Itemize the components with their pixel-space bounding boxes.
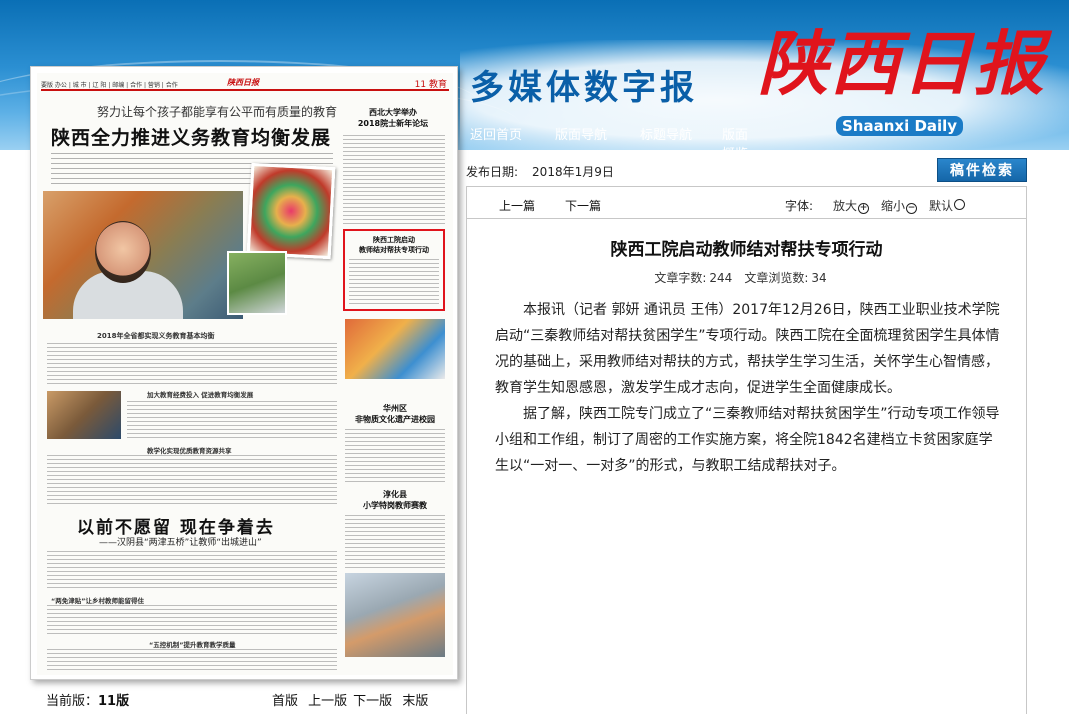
right-column-text — [345, 429, 445, 485]
page-navigation: 首版 上一版 下一版 末版 — [272, 690, 434, 709]
minus-icon: − — [906, 203, 918, 214]
current-page: 当前版：11版 — [46, 690, 129, 709]
current-page-value: 11版 — [98, 694, 130, 709]
right-column-text — [345, 515, 445, 569]
article-panel: 上一篇 下一篇 字体: 放大 + 缩小 − 默认 陕西工院启动教师结对帮扶专项行动 … — [466, 186, 1027, 714]
brand-logo-en: Shaanxi Daily — [836, 116, 964, 136]
page-topbar-left: 要版 办公 | 城 市 | 辽 阳 | 邮编 | 合作 | 营销 | 合作 — [41, 82, 178, 89]
highlighted-article-title: 陕西工院启动 教师结对帮扶专项行动 — [345, 235, 443, 255]
photo-robot — [345, 573, 445, 657]
view-count-value: 34 — [811, 271, 827, 285]
site-title: 多媒体数字报 — [470, 68, 698, 108]
highlighted-title-line-1: 陕西工院启动 — [373, 236, 415, 244]
newspaper-page-view[interactable]: 要版 办公 | 城 市 | 辽 阳 | 邮编 | 合作 | 营销 | 合作 陕西… — [30, 66, 458, 680]
view-count-label: 文章浏览数: — [744, 271, 809, 285]
body-text — [47, 605, 337, 635]
article-title: 陕西工院启动教师结对帮扶专项行动 — [610, 240, 883, 260]
page-topbar: 要版 办公 | 城 市 | 辽 阳 | 邮编 | 合作 | 营销 | 合作 陕西… — [41, 77, 449, 91]
photo-craft — [246, 162, 336, 260]
nav-page-navigation[interactable]: 版面导航 — [555, 124, 607, 143]
sub-title-b: 教学化实现优质教育资源共享 — [147, 447, 232, 455]
font-bigger-label: 放大 — [833, 199, 858, 213]
font-default-button[interactable]: 默认 — [929, 197, 966, 214]
article-toolbar: 上一篇 下一篇 字体: 放大 + 缩小 − 默认 — [467, 187, 1026, 219]
photo-plants — [227, 251, 287, 315]
body-text — [127, 401, 337, 441]
publish-date: 发布日期: 2018年1月9日 — [466, 163, 614, 180]
font-default-label: 默认 — [929, 199, 954, 213]
word-count-label: 文章字数: — [654, 271, 707, 285]
highlighted-title-line-2: 教师结对帮扶专项行动 — [359, 246, 429, 254]
page-logo: 陕西日报 — [227, 78, 259, 87]
right-column-text — [343, 135, 445, 225]
newspaper-page: 要版 办公 | 城 市 | 辽 阳 | 邮编 | 合作 | 营销 | 合作 陕西… — [37, 73, 453, 675]
highlighted-article-text — [349, 259, 439, 307]
highlighted-article-box[interactable]: 陕西工院启动 教师结对帮扶专项行动 — [343, 229, 445, 311]
font-smaller-label: 缩小 — [881, 199, 906, 213]
article-search-button[interactable]: 稿件检索 — [937, 158, 1027, 182]
plus-icon: + — [858, 203, 870, 214]
nav-title-navigation[interactable]: 标题导航 — [640, 124, 692, 143]
small-title-2: “五控机制”提升教育教学质量 — [149, 641, 236, 649]
publish-date-value: 2018年1月9日 — [532, 165, 614, 179]
font-size-label: 字体: — [785, 199, 814, 213]
mid-section-title[interactable]: 2018年全省都实现义务教育基本均衡 — [97, 331, 214, 341]
font-bigger-button[interactable]: 放大 + — [833, 197, 870, 214]
prev-article-link[interactable]: 上一篇 — [499, 197, 535, 214]
main-nav: 返回首页 版面导航 标题导航 版面概览 — [460, 124, 760, 150]
brand-logo: 陕西日报 — [758, 22, 1046, 105]
circle-icon — [954, 199, 966, 210]
article-paragraph: 本报讯（记者 郭妍 通讯员 王伟）2017年12月26日，陕西工业职业技术学院启… — [495, 302, 1000, 396]
small-title-1: “两免津贴”让乡村教师能留得住 — [51, 597, 145, 605]
nav-page-overview[interactable]: 版面概览 — [722, 124, 760, 150]
next-page-link[interactable]: 下一版 — [353, 694, 392, 709]
article-meta: 文章字数: 244 文章浏览数: 34 — [467, 269, 1026, 286]
publish-date-label: 发布日期: — [466, 165, 519, 179]
current-page-label: 当前版： — [46, 694, 99, 709]
prev-page-link[interactable]: 上一版 — [308, 694, 347, 709]
font-smaller-button[interactable]: 缩小 − — [881, 197, 918, 214]
right-column-headline-1[interactable]: 西北大学举办 2018院士新年论坛 — [341, 107, 445, 129]
photo-child — [43, 191, 243, 319]
last-page-link[interactable]: 末版 — [402, 694, 428, 709]
body-text — [47, 551, 337, 591]
sub-title-a: 加大教育经费投入 促进教育均衡发展 — [147, 391, 254, 399]
word-count-value: 244 — [709, 271, 733, 285]
right-column-headline-3[interactable]: 淳化县 小学特岗教师赛教 — [345, 489, 445, 511]
right-column-headline-2[interactable]: 华州区 非物质文化遗产进校园 — [345, 403, 445, 425]
next-article-link[interactable]: 下一篇 — [565, 197, 601, 214]
nav-home[interactable]: 返回首页 — [470, 124, 522, 143]
first-page-link[interactable]: 首版 — [272, 694, 298, 709]
article-paragraph: 据了解，陕西工院专门成立了“三秦教师结对帮扶贫困学生”行动专项工作领导小组和工作… — [495, 406, 1000, 474]
photo-detail — [95, 221, 151, 283]
page-section: 11 教育 — [414, 80, 447, 90]
body-text — [47, 343, 337, 385]
photo-classroom — [47, 391, 121, 439]
page-subtitle: 努力让每个孩子都能享有公平而有质量的教育 — [97, 105, 338, 119]
page-headline[interactable]: 陕西全力推进义务教育均衡发展 — [51, 123, 331, 150]
article-body: 本报讯（记者 郭妍 通讯员 王伟）2017年12月26日，陕西工业职业技术学院启… — [495, 297, 1001, 479]
page-subheadline-2: ——汉阴县“两津五桥”让教师“出城进山” — [99, 538, 262, 548]
photo-activity — [345, 319, 445, 379]
body-text — [47, 649, 337, 673]
body-text — [47, 455, 337, 505]
